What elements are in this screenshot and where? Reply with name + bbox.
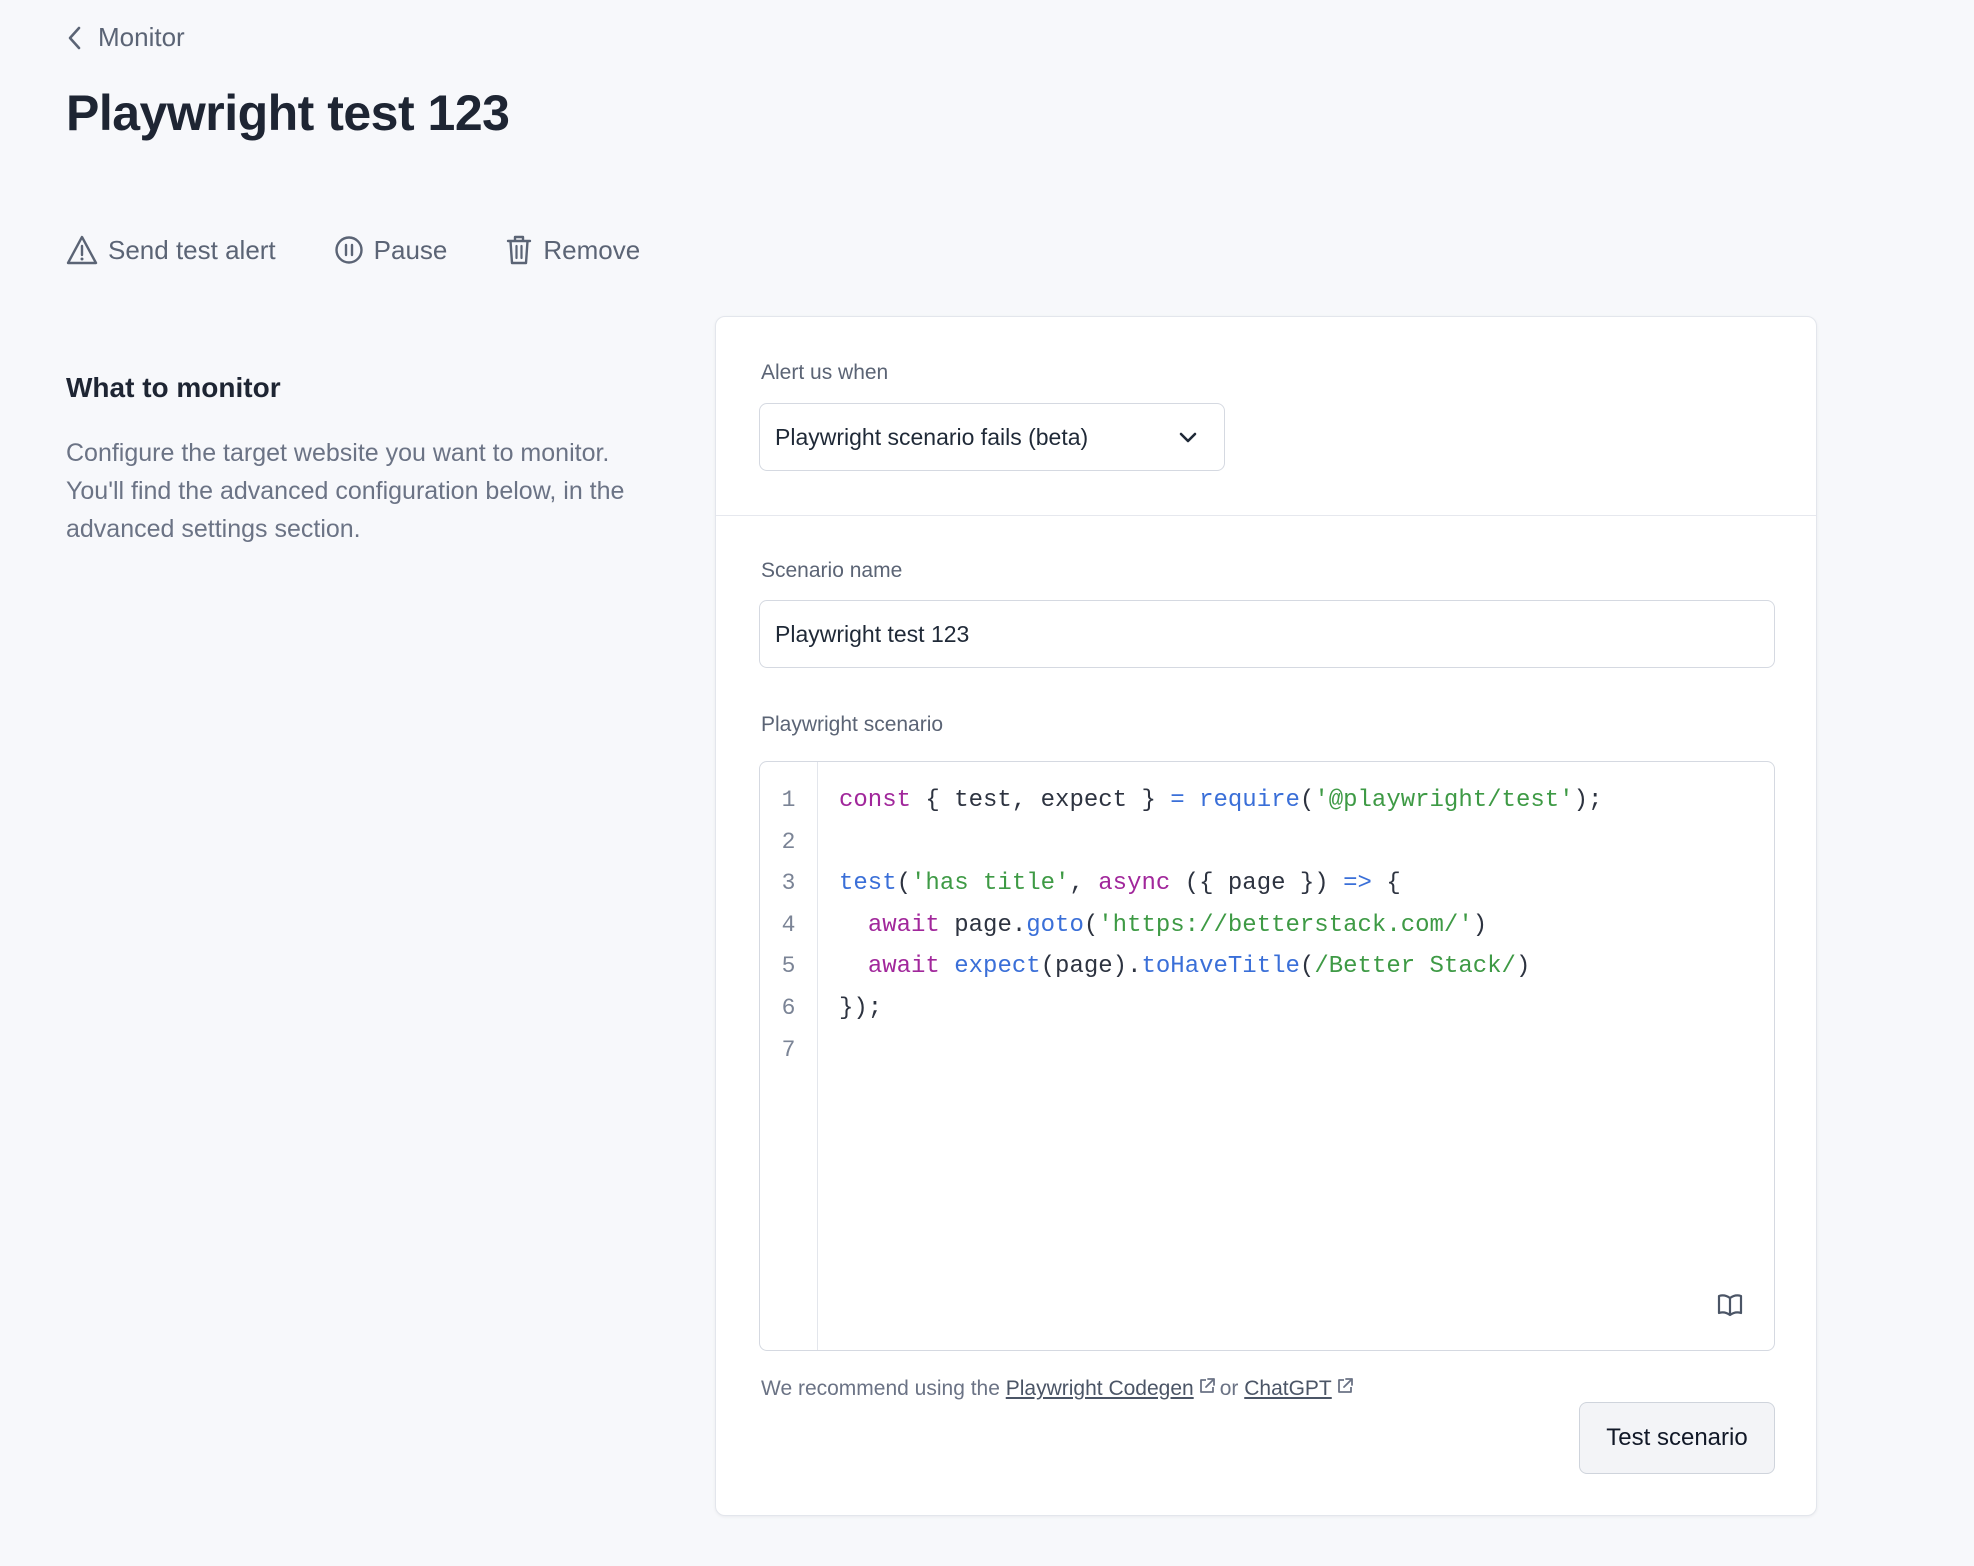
code-token: 'has title' [911, 870, 1070, 898]
line-number: 3 [781, 870, 796, 897]
code-line: test('has title', async ({ page }) => { [839, 863, 1754, 905]
code-token: expect [954, 953, 1041, 981]
code-line: ​ [839, 1030, 1754, 1072]
code-token: ( [1299, 953, 1315, 981]
scenario-name-label: Scenario name [761, 559, 903, 582]
code-token: ( [1083, 911, 1099, 939]
breadcrumb-label: Monitor [98, 22, 185, 52]
monitor-form-card: Alert us when Playwright scenario fails … [715, 316, 1817, 1516]
recommend-or: or [1219, 1377, 1239, 1400]
code-token: , [1069, 870, 1099, 898]
code-line: }); [839, 988, 1754, 1030]
pause-button[interactable]: Pause [334, 234, 448, 266]
code-token: page. [939, 911, 1027, 939]
code-token: (page). [1040, 953, 1142, 981]
remove-button[interactable]: Remove [505, 234, 640, 266]
warning-triangle-icon [66, 235, 98, 265]
alert-condition-value: Playwright scenario fails (beta) [775, 423, 1089, 450]
monitor-actions: Send test alert Pause Remove [66, 234, 640, 266]
section-heading: What to monitor [66, 372, 281, 403]
breadcrumb-back-link[interactable]: Monitor [66, 22, 185, 53]
code-line: await expect(page).toHaveTitle(/Better S… [839, 946, 1754, 988]
send-test-alert-label: Send test alert [108, 234, 276, 265]
chatgpt-link[interactable]: ChatGPT [1244, 1377, 1332, 1401]
code-token: ( [1299, 787, 1315, 814]
code-content[interactable]: const { test, expect } = require('@playw… [839, 780, 1754, 1071]
code-line: ​ [839, 822, 1754, 864]
line-number: 6 [781, 994, 796, 1021]
code-token: goto [1026, 911, 1084, 939]
code-token: = [1170, 787, 1185, 814]
code-token: const [839, 787, 912, 814]
remove-label: Remove [543, 234, 641, 265]
line-number: 2 [781, 828, 796, 855]
code-token: '@playwright/test' [1314, 787, 1574, 814]
code-token: ( [896, 870, 912, 898]
line-number: 5 [781, 953, 796, 980]
code-token: => [1343, 870, 1372, 898]
code-token: ({ page }) [1170, 870, 1344, 898]
code-token: 'https://betterstack.com/' [1098, 911, 1473, 939]
pause-circle-icon [334, 235, 364, 265]
code-token: ) [1515, 953, 1531, 981]
line-number: 1 [781, 787, 796, 813]
code-token: }); [839, 994, 883, 1022]
playwright-scenario-label: Playwright scenario [761, 713, 944, 736]
code-line: await page.goto('https://betterstack.com… [839, 905, 1754, 947]
playwright-code-editor[interactable]: 1 2 3 4 5 6 7 const { test, expect } = require… [759, 761, 1775, 1351]
chevron-left-icon [66, 25, 84, 51]
code-token: require [1199, 787, 1300, 814]
code-token: async [1098, 870, 1171, 898]
alert-condition-select[interactable]: Playwright scenario fails (beta) [759, 403, 1225, 471]
line-number-gutter: 1 2 3 4 5 6 7 [760, 762, 818, 1350]
alert-us-when-label: Alert us when [761, 361, 889, 384]
line-number: 7 [781, 1036, 796, 1063]
send-test-alert-button[interactable]: Send test alert [66, 235, 276, 266]
code-line: const { test, expect } = require('@playw… [839, 780, 1754, 822]
playwright-codegen-link[interactable]: Playwright Codegen [1006, 1377, 1194, 1401]
code-token: ) [1472, 911, 1488, 939]
code-token: { [1371, 870, 1401, 898]
recommendation-text: We recommend using the Playwright Codege… [761, 1377, 1358, 1401]
external-link-icon [1198, 1377, 1216, 1401]
scenario-name-input[interactable] [759, 600, 1775, 668]
code-token: await [867, 953, 940, 981]
book-icon[interactable] [1716, 1293, 1744, 1322]
recommend-prefix: We recommend using the [761, 1377, 1000, 1400]
code-token: /Better Stack/ [1314, 953, 1516, 981]
chevron-down-icon [1178, 424, 1198, 451]
section-description: Configure the target website you want to… [66, 439, 625, 543]
code-token: await [867, 911, 940, 939]
alert-section: Alert us when Playwright scenario fails … [716, 317, 1816, 516]
code-token: ); [1573, 787, 1603, 814]
test-scenario-button[interactable]: Test scenario [1579, 1402, 1775, 1474]
external-link-icon [1336, 1377, 1354, 1401]
code-token: toHaveTitle [1141, 953, 1300, 981]
page-title: Playwright test 123 [66, 85, 510, 141]
line-number: 4 [781, 911, 796, 938]
code-token: { test, expect } [911, 787, 1171, 814]
pause-label: Pause [373, 234, 448, 265]
code-token: test [839, 870, 897, 898]
trash-icon [505, 234, 533, 266]
